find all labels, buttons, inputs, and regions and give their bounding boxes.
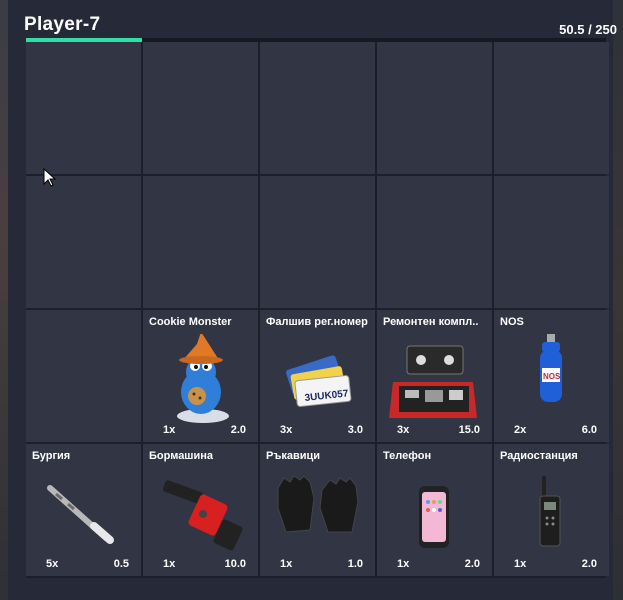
item-quantity: 1x xyxy=(163,424,176,436)
background-right xyxy=(613,0,623,600)
item-name: Cookie Monster xyxy=(149,316,232,328)
item-name: Бормашина xyxy=(149,450,214,462)
item-quantity: 3x xyxy=(280,424,293,436)
item-quantity: 1x xyxy=(280,558,293,570)
svg-text:NOS: NOS xyxy=(543,372,561,381)
item-name: Радиостанция xyxy=(500,450,578,462)
item-weight: 1.0 xyxy=(347,558,363,570)
empty-slot[interactable] xyxy=(260,176,375,308)
gloves-icon xyxy=(277,475,359,533)
item-weight: 0.5 xyxy=(113,558,129,570)
item-slot-fake-plates[interactable]: Фалшив рег.номер 3UUK057 3x 3.0 xyxy=(260,310,375,442)
item-quantity: 5x xyxy=(46,558,59,570)
empty-slot[interactable] xyxy=(377,42,492,174)
item-quantity: 2x xyxy=(514,424,527,436)
empty-slot[interactable] xyxy=(26,310,141,442)
empty-slot[interactable] xyxy=(143,176,258,308)
item-slot-phone[interactable]: Телефон 1x 2.0 xyxy=(377,444,492,576)
item-weight: 3.0 xyxy=(347,424,363,436)
empty-slot[interactable] xyxy=(494,176,609,308)
item-slot-drill-bit[interactable]: Бургия 5x 0.5 xyxy=(26,444,141,576)
item-slot-nos[interactable]: NOS NOS 2x 6.0 xyxy=(494,310,609,442)
item-weight: 15.0 xyxy=(458,424,480,436)
empty-slot[interactable] xyxy=(26,42,141,174)
item-weight: 2.0 xyxy=(230,424,246,436)
item-name: Ръкавици xyxy=(266,450,321,462)
item-weight: 2.0 xyxy=(581,558,597,570)
phone-icon xyxy=(419,486,449,548)
item-name: Фалшив рег.номер xyxy=(266,316,368,328)
empty-slot[interactable] xyxy=(260,42,375,174)
empty-slot[interactable] xyxy=(26,176,141,308)
drill-bit-icon xyxy=(47,485,114,544)
item-name: Телефон xyxy=(383,450,432,462)
item-quantity: 3x xyxy=(397,424,410,436)
empty-slot[interactable] xyxy=(377,176,492,308)
inventory-grid: Cookie Monster 1x 2.0 Фалшив рег.номер 3… xyxy=(26,42,609,578)
item-weight: 10.0 xyxy=(224,558,246,570)
radio-icon xyxy=(539,476,561,547)
item-weight: 6.0 xyxy=(581,424,597,436)
cookie-monster-figurine-icon xyxy=(177,334,229,423)
item-slot-repair-kit[interactable]: Ремонтен компл.. 3x 15.0 xyxy=(377,310,492,442)
empty-slot[interactable] xyxy=(494,42,609,174)
inventory-title: Player-7 xyxy=(24,14,101,35)
item-name: Ремонтен компл.. xyxy=(383,316,479,328)
item-slot-power-drill[interactable]: Бормашина 1x 10.0 xyxy=(143,444,258,576)
item-name: NOS xyxy=(500,316,524,328)
item-name: Бургия xyxy=(32,450,71,462)
nos-bottle-icon: NOS xyxy=(540,334,562,402)
item-quantity: 1x xyxy=(397,558,410,570)
inventory-weight: 50.5 / 250 xyxy=(559,22,617,37)
item-slot-gloves[interactable]: Ръкавици 1x 1.0 xyxy=(260,444,375,576)
item-quantity: 1x xyxy=(514,558,527,570)
item-weight: 2.0 xyxy=(464,558,480,570)
item-quantity: 1x xyxy=(163,558,176,570)
license-plates-icon: 3UUK057 xyxy=(286,355,352,407)
repair-kit-icon xyxy=(389,345,477,418)
empty-slot[interactable] xyxy=(143,42,258,174)
power-drill-icon xyxy=(162,480,243,551)
mouse-cursor-icon xyxy=(43,168,57,187)
background-left xyxy=(0,0,8,600)
item-slot-radio[interactable]: Радиостанция 1x 2.0 xyxy=(494,444,609,576)
item-slot-cookie-monster[interactable]: Cookie Monster 1x 2.0 xyxy=(143,310,258,442)
